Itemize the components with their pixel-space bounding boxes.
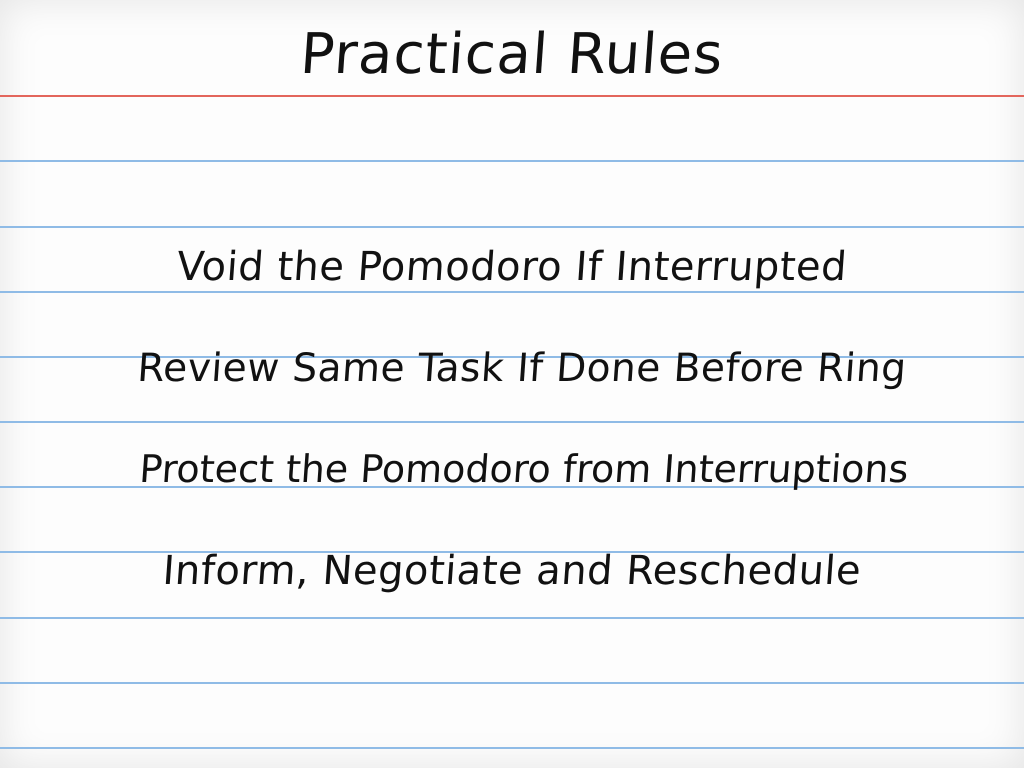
ruled-line — [0, 682, 1024, 684]
ruled-line — [0, 617, 1024, 619]
rule-item: Review Same Task If Done Before Ring — [135, 346, 909, 391]
rule-item: Void the Pomodoro If Interrupted — [175, 244, 849, 290]
ruled-line — [0, 747, 1024, 749]
index-card: Practical Rules Void the Pomodoro If Int… — [0, 0, 1024, 768]
red-header-line — [0, 95, 1024, 97]
page-title: Practical Rules — [298, 22, 726, 87]
ruled-line — [0, 160, 1024, 162]
ruled-line — [0, 291, 1024, 293]
ruled-line — [0, 421, 1024, 423]
rule-item: Inform, Negotiate and Reschedule — [161, 548, 863, 594]
ruled-line — [0, 226, 1024, 228]
rule-item: Protect the Pomodoro from Interruptions — [138, 447, 910, 491]
